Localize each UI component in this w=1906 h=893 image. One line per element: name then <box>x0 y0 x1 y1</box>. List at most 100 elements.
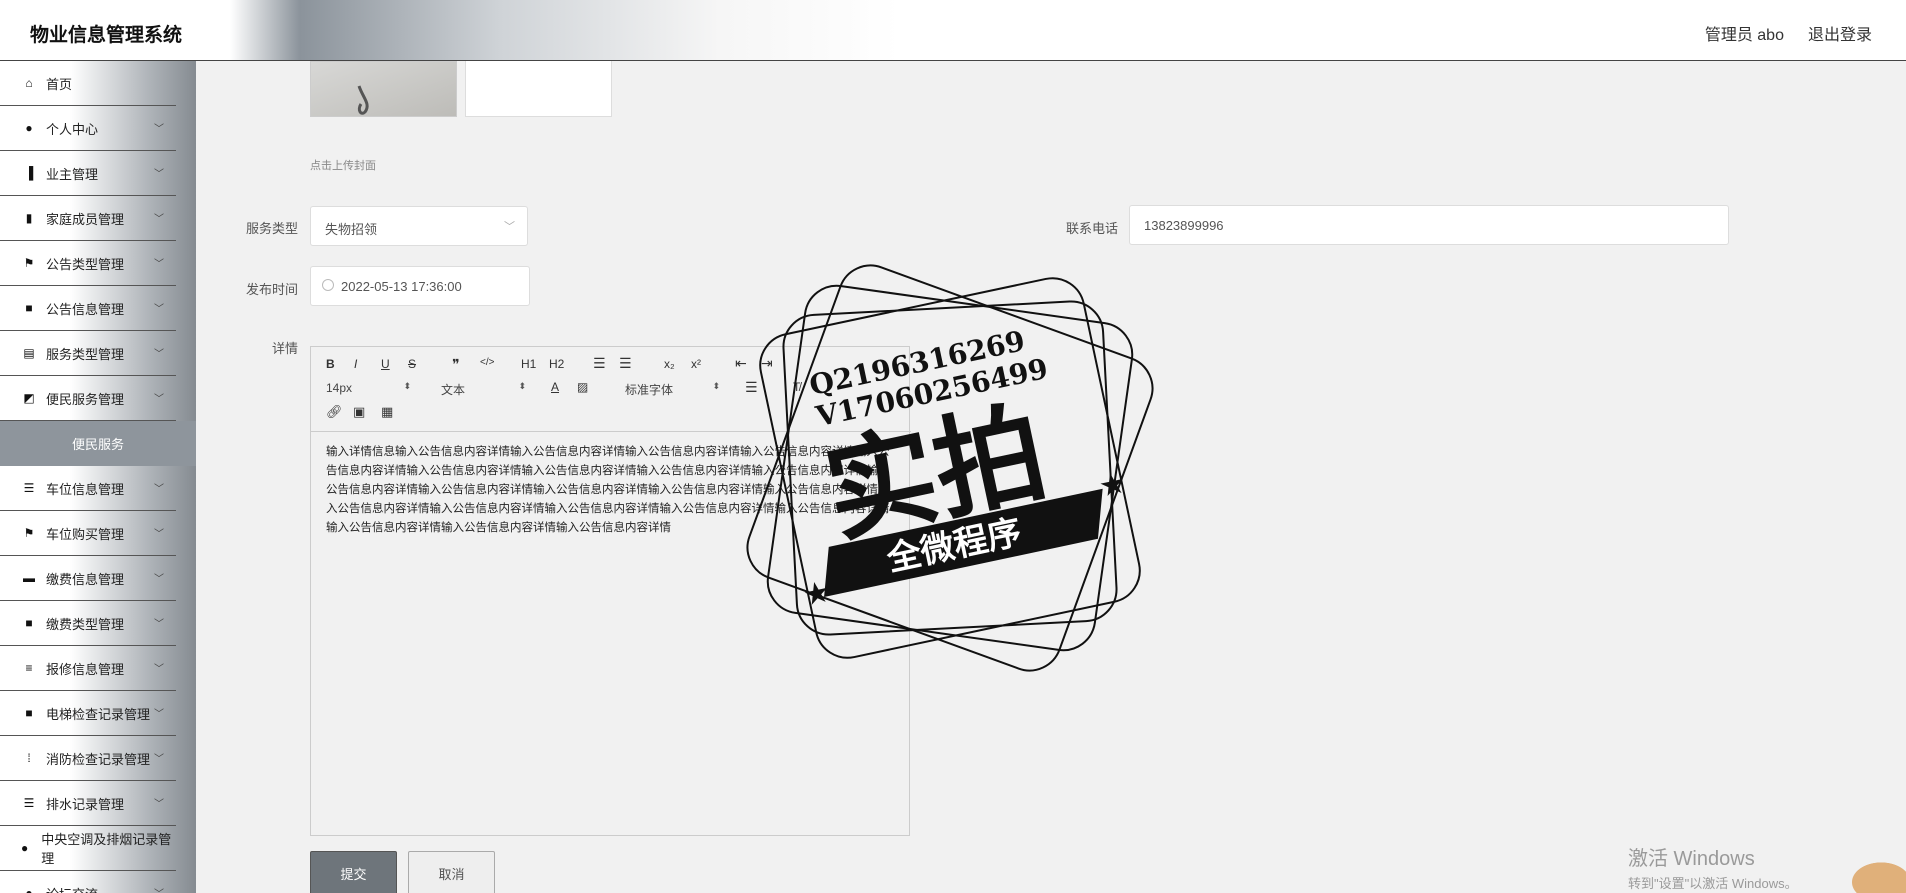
subscript-button[interactable]: x₂ <box>664 357 675 371</box>
text-color-icon[interactable]: A <box>551 380 559 394</box>
bold-button[interactable]: B <box>326 357 335 371</box>
chevron-down-icon: ﹀ <box>154 394 164 405</box>
block-type-value: 文本 <box>441 383 466 397</box>
align-icon[interactable]: ☰ <box>745 379 758 396</box>
sidebar-item-label: 便民服务管理 <box>46 391 125 407</box>
top-bar: 物业信息管理系统 管理员 abo 退出登录 <box>0 0 1906 61</box>
sidebar-item-7[interactable]: ◩ 便民服务管理 ﹀ <box>0 376 176 421</box>
indent-icon[interactable]: ⇥ <box>761 355 773 372</box>
sidebar: ⌂ 首页 ● 个人中心 ﹀ ▐ 业主管理 ﹀ ▮ 家庭成员管理 ﹀ ⚑ 公告类型管理 ﹀ ■ 公告信息管理 ﹀ ▤… <box>0 61 196 893</box>
sidebar-item-3[interactable]: ▮ 家庭成员管理 ﹀ <box>0 196 176 241</box>
main-content: 点击上传封面 服务类型 失物招领 ﹀ 联系电话 13823899996 发布时间… <box>218 61 1906 893</box>
list-icon: ☰ <box>23 796 35 810</box>
superscript-button[interactable]: x² <box>691 357 701 371</box>
font-family-value: 标准字体 <box>625 383 674 397</box>
sidebar-item-5[interactable]: ■ 公告信息管理 ﹀ <box>0 286 176 331</box>
phone-input[interactable]: 13823899996 <box>1129 205 1729 245</box>
chevron-down-icon: ﹀ <box>154 574 164 585</box>
sidebar-item-14[interactable]: ■ 电梯检查记录管理 ﹀ <box>0 691 176 736</box>
font-size-select[interactable]: 14px ⬍ <box>326 381 411 395</box>
sidebar-item-label: 公告类型管理 <box>46 256 125 272</box>
current-user[interactable]: 管理员 abo <box>1705 21 1784 45</box>
phone-label: 联系电话 <box>1065 221 1118 236</box>
bar-chart-icon: ▮ <box>25 211 33 225</box>
upload-hint[interactable]: 点击上传封面 <box>310 157 376 173</box>
sidebar-item-label: 缴费信息管理 <box>46 571 125 587</box>
sidebar-item-0[interactable]: ⌂ 首页 <box>0 61 176 106</box>
sidebar-item-12[interactable]: ■ 缴费类型管理 ﹀ <box>0 601 176 646</box>
pin-icon: ● <box>20 841 29 855</box>
user-icon: ● <box>25 886 33 893</box>
quote-icon[interactable]: ❞ <box>452 356 460 373</box>
clear-format-icon[interactable]: T̸ <box>793 380 800 394</box>
submit-button[interactable]: 提交 <box>310 851 397 893</box>
sidebar-item-label: 缴费类型管理 <box>46 616 125 632</box>
detail-label: 详情 <box>271 341 298 356</box>
cover-image-thumbnail[interactable] <box>310 61 457 117</box>
chevron-down-icon: ﹀ <box>154 169 164 180</box>
cover-image-shape <box>357 85 369 115</box>
sidebar-item-label: 个人中心 <box>46 121 99 137</box>
image-icon[interactable]: ▣ <box>353 404 365 420</box>
sidebar-item-2[interactable]: ▐ 业主管理 ﹀ <box>0 151 176 196</box>
sidebar-item-6[interactable]: ▤ 服务类型管理 ﹀ <box>0 331 176 376</box>
cancel-button[interactable]: 取消 <box>408 851 495 893</box>
flag-icon: ⚑ <box>23 526 35 540</box>
sidebar-item-label: 首页 <box>46 76 73 92</box>
chevron-down-icon: ﹀ <box>154 754 164 765</box>
chevron-down-icon: ﹀ <box>154 885 164 893</box>
chevron-down-icon: ﹀ <box>154 664 164 675</box>
publish-time-label: 发布时间 <box>245 282 298 297</box>
chevron-down-icon: ﹀ <box>154 799 164 810</box>
font-family-select[interactable]: 标准字体 ⬍ <box>625 381 720 398</box>
ordered-list-icon[interactable]: ☰ <box>593 355 606 372</box>
service-type-select[interactable]: 失物招领 ﹀ <box>310 206 528 246</box>
outdent-icon[interactable]: ⇤ <box>735 355 747 372</box>
chevron-down-icon: ﹀ <box>504 221 515 233</box>
top-right-menu: 管理员 abo 退出登录 <box>1705 21 1872 45</box>
user-icon: ● <box>25 121 33 135</box>
upload-slot[interactable] <box>465 61 612 117</box>
sidebar-item-15[interactable]: ⁞ 消防检查记录管理 ﹀ <box>0 736 176 781</box>
updown-icon: ⬍ <box>518 381 526 391</box>
clipboard-icon: ▤ <box>23 346 35 360</box>
sidebar-item-label: 排水记录管理 <box>46 796 125 812</box>
sidebar-item-11[interactable]: ▬ 缴费信息管理 ﹀ <box>0 556 176 601</box>
sidebar-item-17[interactable]: ● 中央空调及排烟记录管理 <box>0 826 176 871</box>
sidebar-item-1[interactable]: ● 个人中心 ﹀ <box>0 106 176 151</box>
flag-icon: ⚑ <box>23 256 35 270</box>
strike-button[interactable]: S <box>408 357 416 371</box>
bullet-list-icon[interactable]: ☰ <box>619 355 632 372</box>
clock-icon <box>322 279 334 291</box>
editor-content[interactable]: 输入详情信息输入公告信息内容详情输入公告信息内容详情输入公告信息内容详情输入公告… <box>326 443 891 538</box>
sidebar-item-8[interactable]: 便民服务 <box>0 421 196 466</box>
sidebar-item-18[interactable]: ● 论坛交流 ﹀ <box>0 871 176 893</box>
h1-button[interactable]: H1 <box>521 357 536 371</box>
h2-button[interactable]: H2 <box>549 357 564 371</box>
sidebar-item-label: 论坛交流 <box>46 884 98 893</box>
block-type-select[interactable]: 文本 ⬍ <box>441 381 526 398</box>
chevron-down-icon: ﹀ <box>154 304 164 315</box>
sidebar-item-13[interactable]: ≡ 报修信息管理 ﹀ <box>0 646 176 691</box>
italic-button[interactable]: I <box>354 357 357 371</box>
sidebar-item-9[interactable]: ☰ 车位信息管理 ﹀ <box>0 466 176 511</box>
link-icon[interactable]: 🔗︎ <box>326 404 343 420</box>
chevron-down-icon: ﹀ <box>154 214 164 225</box>
sidebar-item-16[interactable]: ☰ 排水记录管理 ﹀ <box>0 781 176 826</box>
editor-divider <box>311 431 911 432</box>
sidebar-item-label: 中央空调及排烟记录管理 <box>41 832 172 866</box>
code-icon[interactable]: </> <box>480 357 494 368</box>
publish-time-input[interactable]: 2022-05-13 17:36:00 <box>310 266 530 306</box>
video-icon[interactable]: ▦ <box>381 404 393 420</box>
home-icon: ⌂ <box>25 76 33 90</box>
background-color-icon[interactable]: ▨ <box>577 380 588 394</box>
sidebar-item-10[interactable]: ⚑ 车位购买管理 ﹀ <box>0 511 176 556</box>
sidebar-item-label: 报修信息管理 <box>46 661 125 677</box>
logout-link[interactable]: 退出登录 <box>1808 21 1872 45</box>
sidebar-item-4[interactable]: ⚑ 公告类型管理 ﹀ <box>0 241 176 286</box>
updown-icon: ⬍ <box>712 381 720 391</box>
underline-button[interactable]: U <box>381 357 390 371</box>
sidebar-item-label: 车位信息管理 <box>46 481 125 497</box>
chevron-down-icon: ﹀ <box>154 619 164 630</box>
windows-activation-notice: 激活 Windows 转到"设置"以激活 Windows。 <box>1628 842 1798 892</box>
